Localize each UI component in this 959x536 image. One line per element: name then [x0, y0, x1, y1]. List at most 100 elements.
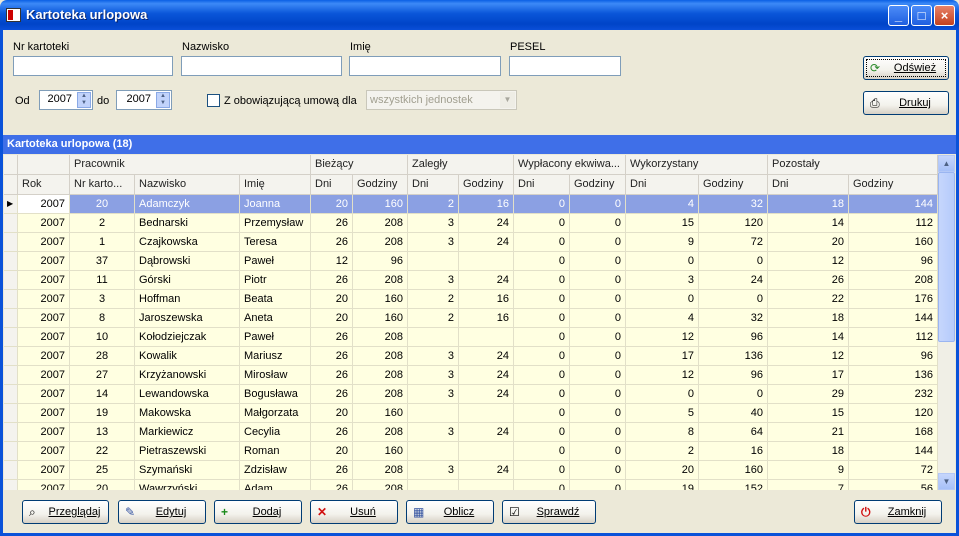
cell-nr[interactable]: 3 [70, 290, 135, 309]
cell-wykorzystany-godziny[interactable]: 96 [699, 366, 768, 385]
cell-biezacy-godziny[interactable]: 208 [353, 461, 408, 480]
cell-nazwisko[interactable]: Szymański [135, 461, 240, 480]
column-header-ekwiwalent-dni[interactable]: Dni [514, 175, 570, 195]
cell-nazwisko[interactable]: Adamczyk [135, 195, 240, 214]
cell-nr[interactable]: 13 [70, 423, 135, 442]
table-row[interactable]: 2007 10 Kołodziejczak Paweł 26 208 0 0 12 96 14 112 [4, 328, 938, 347]
cell-zalegly-godziny[interactable]: 24 [459, 214, 514, 233]
usun-button[interactable]: ✕ Usuń [310, 500, 398, 524]
cell-nazwisko[interactable]: Kowalik [135, 347, 240, 366]
cell-wykorzystany-dni[interactable]: 4 [626, 309, 699, 328]
cell-zalegly-dni[interactable]: 2 [408, 290, 459, 309]
cell-ekwiwalent-godziny[interactable]: 0 [570, 461, 626, 480]
cell-nr[interactable]: 25 [70, 461, 135, 480]
vertical-scrollbar[interactable]: ▲ ▼ [938, 155, 955, 490]
column-header-zalegly-dni[interactable]: Dni [408, 175, 459, 195]
cell-ekwiwalent-dni[interactable]: 0 [514, 233, 570, 252]
cell-wykorzystany-godziny[interactable]: 152 [699, 480, 768, 490]
cell-imie[interactable]: Adam [240, 480, 311, 490]
cell-ekwiwalent-dni[interactable]: 0 [514, 480, 570, 490]
scroll-down-icon[interactable]: ▼ [938, 473, 955, 490]
cell-ekwiwalent-dni[interactable]: 0 [514, 252, 570, 271]
cell-biezacy-godziny[interactable]: 160 [353, 290, 408, 309]
cell-pozostaly-dni[interactable]: 18 [768, 309, 849, 328]
row-indicator-icon[interactable] [4, 461, 18, 480]
table-row[interactable]: 2007 11 Górski Piotr 26 208 3 24 0 0 3 24 26 208 [4, 271, 938, 290]
row-indicator-icon[interactable] [4, 271, 18, 290]
column-header-nazwisko[interactable]: Nazwisko [135, 175, 240, 195]
column-header-pozostaly-dni[interactable]: Dni [768, 175, 849, 195]
close-button[interactable]: × [934, 5, 955, 26]
cell-pozostaly-godziny[interactable]: 144 [849, 309, 938, 328]
cell-zalegly-dni[interactable] [408, 480, 459, 490]
cell-ekwiwalent-godziny[interactable]: 0 [570, 290, 626, 309]
row-indicator-icon[interactable] [4, 347, 18, 366]
cell-zalegly-dni[interactable]: 3 [408, 461, 459, 480]
cell-ekwiwalent-godziny[interactable]: 0 [570, 404, 626, 423]
table-row[interactable]: 2007 25 Szymański Zdzisław 26 208 3 24 0 0 20 160 9 7… [4, 461, 938, 480]
cell-biezacy-godziny[interactable]: 96 [353, 252, 408, 271]
scroll-up-icon[interactable]: ▲ [938, 155, 955, 172]
cell-biezacy-dni[interactable]: 26 [311, 328, 353, 347]
cell-wykorzystany-godziny[interactable]: 32 [699, 309, 768, 328]
cell-pozostaly-godziny[interactable]: 112 [849, 214, 938, 233]
cell-biezacy-dni[interactable]: 26 [311, 385, 353, 404]
cell-ekwiwalent-godziny[interactable]: 0 [570, 271, 626, 290]
cell-pozostaly-dni[interactable]: 18 [768, 442, 849, 461]
cell-nazwisko[interactable]: Kołodziejczak [135, 328, 240, 347]
cell-wykorzystany-dni[interactable]: 12 [626, 366, 699, 385]
row-indicator-icon[interactable] [4, 252, 18, 271]
cell-zalegly-dni[interactable] [408, 252, 459, 271]
cell-pozostaly-dni[interactable]: 21 [768, 423, 849, 442]
row-indicator-icon[interactable] [4, 328, 18, 347]
cell-wykorzystany-dni[interactable]: 12 [626, 328, 699, 347]
cell-pozostaly-dni[interactable]: 14 [768, 328, 849, 347]
table-row[interactable]: 2007 14 Lewandowska Bogusława 26 208 3 24 0 0 0 0 29… [4, 385, 938, 404]
cell-zalegly-dni[interactable] [408, 404, 459, 423]
cell-zalegly-godziny[interactable]: 24 [459, 461, 514, 480]
cell-ekwiwalent-dni[interactable]: 0 [514, 214, 570, 233]
cell-imie[interactable]: Bogusława [240, 385, 311, 404]
cell-nazwisko[interactable]: Wawrzyński [135, 480, 240, 490]
cell-pozostaly-godziny[interactable]: 136 [849, 366, 938, 385]
nazwisko-input[interactable] [181, 56, 342, 76]
cell-wykorzystany-dni[interactable]: 2 [626, 442, 699, 461]
cell-biezacy-godziny[interactable]: 208 [353, 347, 408, 366]
table-row[interactable]: 2007 22 Pietraszewski Roman 20 160 0 0 2 16 18 144 [4, 442, 938, 461]
cell-nr[interactable]: 22 [70, 442, 135, 461]
cell-rok[interactable]: 2007 [18, 233, 70, 252]
cell-nr[interactable]: 37 [70, 252, 135, 271]
cell-nazwisko[interactable]: Pietraszewski [135, 442, 240, 461]
row-indicator-icon[interactable] [4, 442, 18, 461]
cell-ekwiwalent-godziny[interactable]: 0 [570, 385, 626, 404]
cell-biezacy-godziny[interactable]: 208 [353, 366, 408, 385]
cell-zalegly-dni[interactable]: 3 [408, 214, 459, 233]
group-header-ekwiwalent[interactable]: Wypłacony ekwiwa... [514, 155, 626, 175]
cell-zalegly-godziny[interactable]: 24 [459, 385, 514, 404]
umowa-checkbox[interactable] [207, 94, 220, 107]
cell-imie[interactable]: Piotr [240, 271, 311, 290]
cell-biezacy-dni[interactable]: 26 [311, 233, 353, 252]
cell-nr[interactable]: 19 [70, 404, 135, 423]
cell-nr[interactable]: 2 [70, 214, 135, 233]
cell-pozostaly-godziny[interactable]: 120 [849, 404, 938, 423]
cell-zalegly-godziny[interactable]: 16 [459, 309, 514, 328]
cell-zalegly-godziny[interactable] [459, 442, 514, 461]
zamknij-button[interactable]: ⏻ Zamknij [854, 500, 942, 524]
cell-zalegly-dni[interactable]: 2 [408, 195, 459, 214]
group-header-zalegly[interactable]: Zaległy [408, 155, 514, 175]
cell-pozostaly-dni[interactable]: 17 [768, 366, 849, 385]
chevron-down-icon[interactable]: ▼ [500, 92, 515, 108]
table-row[interactable]: 2007 13 Markiewicz Cecylia 26 208 3 24 0 0 8 64 21 16… [4, 423, 938, 442]
table-row[interactable]: 2007 8 Jaroszewska Aneta 20 160 2 16 0 0 4 32 18 144 [4, 309, 938, 328]
cell-wykorzystany-godziny[interactable]: 160 [699, 461, 768, 480]
refresh-button[interactable]: ⟳ Odśwież [863, 56, 949, 80]
row-indicator-icon[interactable]: ▶ [4, 195, 18, 214]
cell-zalegly-dni[interactable]: 3 [408, 271, 459, 290]
cell-nr[interactable]: 28 [70, 347, 135, 366]
column-header-nr[interactable]: Nr karto... [70, 175, 135, 195]
cell-pozostaly-dni[interactable]: 18 [768, 195, 849, 214]
cell-ekwiwalent-dni[interactable]: 0 [514, 461, 570, 480]
cell-zalegly-dni[interactable] [408, 442, 459, 461]
cell-rok[interactable]: 2007 [18, 461, 70, 480]
